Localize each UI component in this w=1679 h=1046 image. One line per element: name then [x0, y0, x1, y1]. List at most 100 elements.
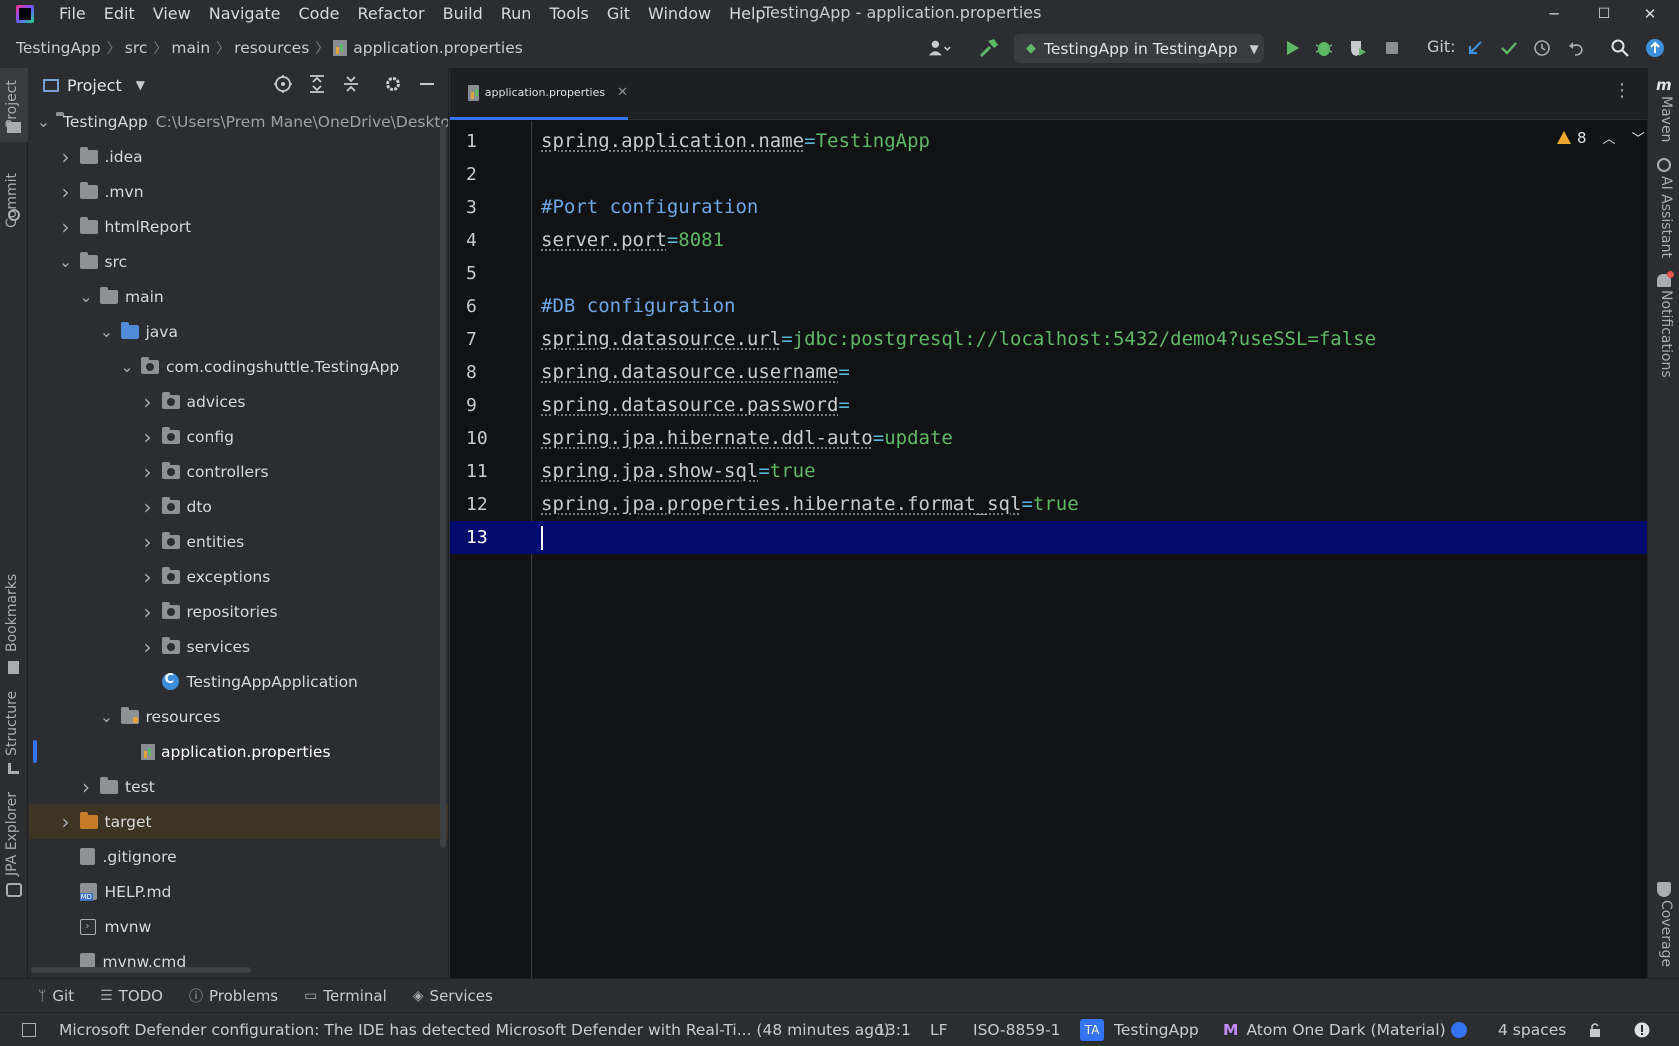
chevron-down-icon[interactable]: ⌄ — [78, 288, 94, 306]
locate-file-icon[interactable] — [273, 74, 293, 94]
status-indicator[interactable] — [1451, 1013, 1467, 1046]
alert-icon[interactable] — [1634, 1013, 1650, 1046]
run-configuration-selector[interactable]: ◆ TestingApp in TestingApp ▼ — [1014, 34, 1264, 63]
close-tab-icon[interactable]: ✕ — [617, 85, 628, 100]
git-update-icon[interactable] — [1463, 36, 1487, 60]
breadcrumb-item[interactable]: main — [171, 39, 210, 57]
tree-item-resources[interactable]: ⌄ resources — [29, 699, 448, 734]
expand-all-icon[interactable] — [307, 74, 327, 94]
code-line[interactable] — [532, 257, 1647, 290]
tree-item-test[interactable]: › test — [29, 769, 448, 804]
chevron-right-icon[interactable]: › — [140, 460, 156, 484]
menu-git[interactable]: Git — [598, 0, 639, 28]
maven-tool-button[interactable]: Maven — [1658, 96, 1674, 142]
inspection-widget[interactable]: 8 ︿ ﹀ — [1557, 128, 1645, 147]
problems-tool-button[interactable]: ⓘ Problems — [189, 986, 278, 1006]
hide-panel-icon[interactable] — [417, 74, 437, 94]
run-icon[interactable] — [1280, 36, 1304, 60]
tree-item-config[interactable]: › config — [29, 419, 448, 454]
chevron-down-icon[interactable]: ⌄ — [99, 708, 115, 726]
git-history-icon[interactable] — [1530, 36, 1554, 60]
tree-item-mvn[interactable]: › .mvn — [29, 174, 448, 209]
gear-icon[interactable] — [383, 74, 403, 94]
maximize-button[interactable]: ☐ — [1581, 0, 1627, 28]
code-line[interactable] — [532, 521, 1647, 554]
chevron-down-icon[interactable]: ⌄ — [99, 323, 115, 341]
notifications-tool-button[interactable]: Notifications — [1658, 290, 1674, 378]
run-with-coverage-icon[interactable] — [1346, 36, 1370, 60]
chevron-right-icon[interactable]: › — [140, 635, 156, 659]
code-line[interactable]: spring.jpa.hibernate.ddl-auto=update — [532, 422, 1647, 455]
menu-run[interactable]: Run — [492, 0, 541, 28]
menu-build[interactable]: Build — [434, 0, 492, 28]
chevron-right-icon[interactable]: › — [58, 145, 74, 169]
more-options-icon[interactable]: ⋮ — [1613, 82, 1631, 100]
tree-item-help-md[interactable]: HELP.md — [29, 874, 448, 909]
menu-code[interactable]: Code — [290, 0, 349, 28]
chevron-right-icon[interactable]: › — [140, 530, 156, 554]
lock-icon[interactable] — [1587, 1013, 1603, 1046]
code-line[interactable] — [532, 158, 1647, 191]
code-line[interactable]: #Port configuration — [532, 191, 1647, 224]
tree-item-dto[interactable]: › dto — [29, 489, 448, 524]
project-tool-button[interactable]: Project — [4, 80, 20, 128]
breadcrumb-item[interactable]: TestingApp — [0, 39, 101, 57]
chevron-right-icon[interactable]: › — [140, 390, 156, 414]
breadcrumb-item[interactable]: application.properties — [333, 39, 523, 57]
toggle-tool-windows-icon[interactable] — [22, 1023, 36, 1037]
tree-item-entities[interactable]: › entities — [29, 524, 448, 559]
intellij-logo-icon[interactable] — [16, 5, 34, 23]
code-line[interactable]: spring.datasource.url=jdbc:postgresql://… — [532, 323, 1647, 356]
tree-item-com-codingshuttle-testingapp[interactable]: ⌄ com.codingshuttle.TestingApp — [29, 349, 448, 384]
theme-widget[interactable]: M Atom One Dark (Material) — [1223, 1013, 1446, 1046]
chevron-right-icon[interactable]: › — [58, 215, 74, 239]
breadcrumb-item[interactable]: resources — [234, 39, 309, 57]
chevron-right-icon[interactable]: › — [140, 565, 156, 589]
menu-navigate[interactable]: Navigate — [200, 0, 290, 28]
status-message[interactable]: Microsoft Defender configuration: The ID… — [59, 1013, 890, 1046]
git-tool-button[interactable]: ᛘ Git — [38, 987, 74, 1005]
code-line[interactable]: spring.datasource.username= — [532, 356, 1647, 389]
tree-item-services[interactable]: › services — [29, 629, 448, 664]
menu-refactor[interactable]: Refactor — [348, 0, 433, 28]
chevron-right-icon[interactable]: › — [140, 600, 156, 624]
git-rollback-icon[interactable] — [1564, 36, 1588, 60]
tree-item-idea[interactable]: › .idea — [29, 139, 448, 174]
code-line[interactable]: spring.application.name=TestingApp — [532, 125, 1647, 158]
breadcrumb-item[interactable]: src — [125, 39, 148, 57]
menu-file[interactable]: File — [50, 0, 95, 28]
profile-icon[interactable] — [928, 36, 952, 60]
jpa-explorer-tool-button[interactable]: JPA Explorer — [4, 792, 20, 876]
tree-root[interactable]: ⌄ TestingApp C:\Users\Prem Mane\OneDrive… — [29, 104, 448, 139]
code-line[interactable]: server.port=8081 — [532, 224, 1647, 257]
menu-window[interactable]: Window — [639, 0, 720, 28]
menu-edit[interactable]: Edit — [95, 0, 144, 28]
code-line[interactable]: spring.jpa.properties.hibernate.format_s… — [532, 488, 1647, 521]
line-separator[interactable]: LF — [930, 1013, 948, 1046]
bookmarks-tool-button[interactable]: Bookmarks — [4, 574, 20, 652]
menu-tools[interactable]: Tools — [540, 0, 597, 28]
file-encoding[interactable]: ISO-8859-1 — [973, 1013, 1061, 1046]
close-window-button[interactable]: ✕ — [1627, 0, 1673, 28]
menu-view[interactable]: View — [144, 0, 200, 28]
code-editor[interactable]: spring.application.name=TestingApp #Port … — [532, 121, 1647, 978]
minimize-button[interactable]: ─ — [1531, 0, 1577, 28]
chevron-right-icon[interactable]: › — [140, 425, 156, 449]
tree-item-exceptions[interactable]: › exceptions — [29, 559, 448, 594]
tree-item-java[interactable]: ⌄ java — [29, 314, 448, 349]
services-tool-button[interactable]: ◈ Services — [413, 987, 493, 1005]
chevron-down-icon[interactable]: ⌄ — [58, 253, 74, 271]
tree-item-repositories[interactable]: › repositories — [29, 594, 448, 629]
code-line[interactable]: spring.jpa.show-sql=true — [532, 455, 1647, 488]
project-view-title[interactable]: Project — [67, 76, 122, 95]
structure-tool-button[interactable]: Structure — [4, 691, 20, 756]
todo-tool-button[interactable]: ☰ TODO — [100, 987, 163, 1005]
chevron-right-icon[interactable]: › — [58, 810, 74, 834]
previous-highlight-icon[interactable]: ︿ — [1603, 128, 1616, 147]
tab-application-properties[interactable]: application.properties ✕ — [450, 68, 628, 120]
tree-item-controllers[interactable]: › controllers — [29, 454, 448, 489]
chevron-down-icon[interactable]: ⌄ — [119, 358, 135, 376]
search-icon[interactable] — [1608, 36, 1632, 60]
tree-item-target[interactable]: › target — [29, 804, 448, 839]
ai-assistant-tool-button[interactable]: AI Assistant — [1658, 176, 1674, 258]
